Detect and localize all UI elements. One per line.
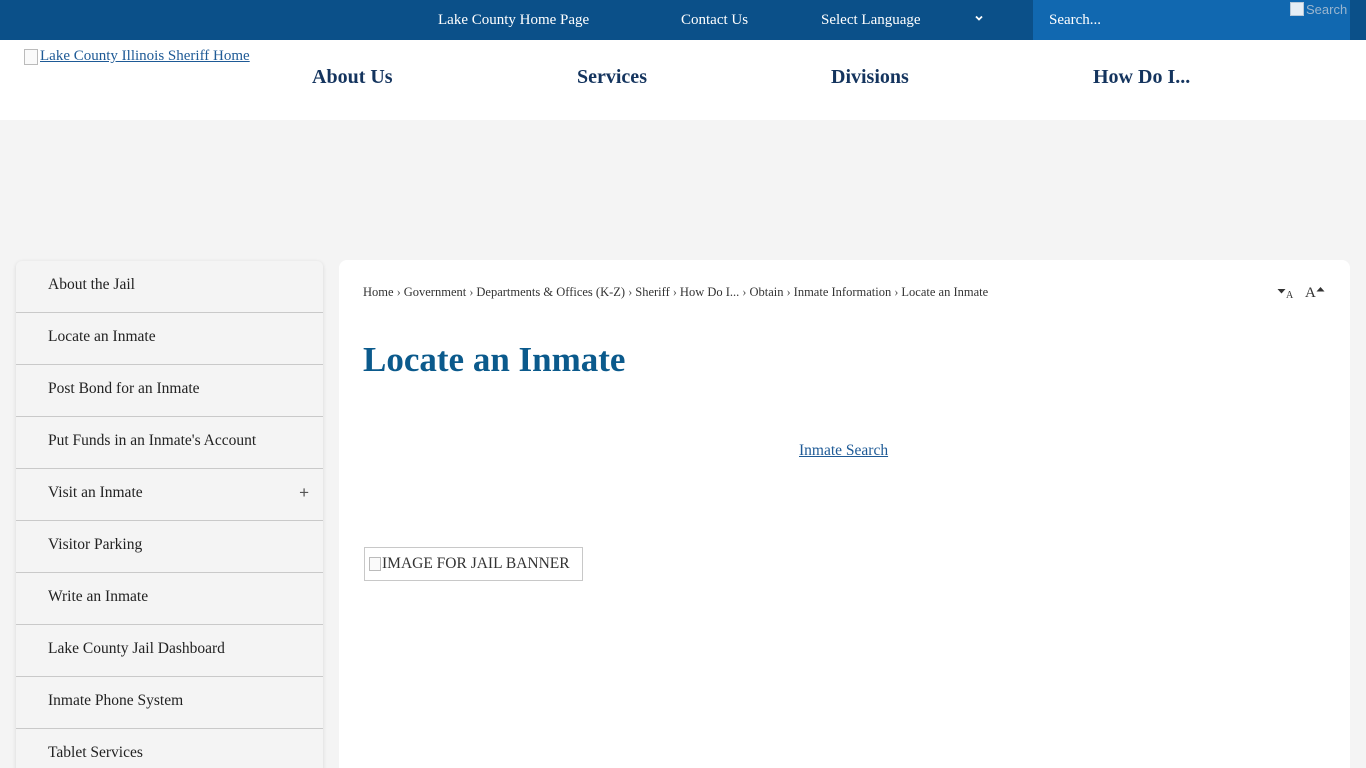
nav-about-us[interactable]: About Us [312, 40, 393, 114]
inmate-search-link[interactable]: Inmate Search [799, 442, 888, 460]
contact-us-link[interactable]: Contact Us [681, 0, 748, 40]
search-input[interactable] [1033, 0, 1283, 40]
search-box: Search [1033, 0, 1350, 40]
sidebar-item-label: Locate an Inmate [48, 328, 156, 345]
sidebar-item-locate-an-inmate[interactable]: Locate an Inmate [16, 313, 323, 365]
lake-county-home-link[interactable]: Lake County Home Page [438, 0, 589, 40]
sidebar-item-label: Lake County Jail Dashboard [48, 640, 225, 657]
broken-image-icon [24, 48, 38, 65]
sidebar-item-post-bond[interactable]: Post Bond for an Inmate [16, 365, 323, 417]
sidebar-item-write-an-inmate[interactable]: Write an Inmate [16, 573, 323, 625]
sidebar-nav: About the Jail Locate an Inmate Post Bon… [16, 261, 323, 768]
breadcrumb-separator: › [469, 285, 474, 299]
caret-down-icon [1277, 289, 1286, 294]
plus-icon[interactable]: + [299, 469, 309, 517]
breadcrumb-inmate-information[interactable]: Inmate Information [794, 285, 892, 299]
sidebar-item-label: Tablet Services [48, 744, 143, 761]
sheriff-home-logo[interactable]: Lake County Illinois Sheriff Home [24, 48, 250, 65]
sidebar-item-label: About the Jail [48, 276, 135, 293]
sidebar-item-inmate-phone-system[interactable]: Inmate Phone System [16, 677, 323, 729]
page-title: Locate an Inmate [363, 340, 626, 379]
breadcrumb-government[interactable]: Government [404, 285, 466, 299]
sidebar-item-label: Post Bond for an Inmate [48, 380, 200, 397]
sidebar-item-label: Inmate Phone System [48, 692, 184, 709]
sidebar-item-visitor-parking[interactable]: Visitor Parking [16, 521, 323, 573]
sidebar-item-label: Write an Inmate [48, 588, 149, 605]
sidebar-item-label: Visitor Parking [48, 536, 143, 553]
sidebar-item-jail-dashboard[interactable]: Lake County Jail Dashboard [16, 625, 323, 677]
jail-banner-alt: IMAGE FOR JAIL BANNER [382, 555, 570, 572]
breadcrumb-separator: › [396, 285, 401, 299]
breadcrumb-separator: › [786, 285, 791, 299]
breadcrumb-home[interactable]: Home [363, 285, 394, 299]
decrease-font-button[interactable]: A [1277, 287, 1293, 301]
breadcrumb-obtain[interactable]: Obtain [749, 285, 783, 299]
jail-banner-image: IMAGE FOR JAIL BANNER [364, 547, 583, 581]
language-select[interactable]: Select Language [821, 0, 991, 40]
sidebar-item-label: Visit an Inmate [48, 484, 143, 501]
nav-services[interactable]: Services [577, 40, 647, 114]
language-select-label: Select Language [821, 12, 921, 28]
font-resizer: A A [1277, 285, 1329, 303]
broken-image-icon [1290, 2, 1304, 16]
broken-image-icon [369, 557, 381, 571]
sidebar-item-about-the-jail[interactable]: About the Jail [16, 261, 323, 313]
logo-alt-text: Lake County Illinois Sheriff Home [40, 48, 250, 64]
breadcrumb-separator: › [672, 285, 677, 299]
breadcrumb-current: Locate an Inmate [901, 285, 989, 299]
top-bar: Lake County Home Page Contact Us Select … [0, 0, 1366, 40]
main-content: Home › Government › Departments & Offices (K… [339, 260, 1350, 768]
site-header: Lake County Illinois Sheriff Home About … [0, 40, 1366, 120]
breadcrumb-separator: › [628, 285, 633, 299]
sidebar-item-tablet-services[interactable]: Tablet Services [16, 729, 323, 768]
sidebar-item-visit-an-inmate[interactable]: Visit an Inmate + [16, 469, 323, 521]
sidebar-item-label: Put Funds in an Inmate's Account [48, 432, 257, 449]
nav-divisions[interactable]: Divisions [831, 40, 909, 114]
chevron-down-icon [975, 15, 983, 21]
breadcrumb-separator: › [894, 285, 899, 299]
caret-up-icon [1316, 287, 1325, 292]
breadcrumb: Home › Government › Departments & Offices (K… [363, 285, 988, 300]
breadcrumb-departments[interactable]: Departments & Offices (K-Z) [476, 285, 625, 299]
increase-font-button[interactable]: A [1305, 285, 1325, 302]
breadcrumb-sheriff[interactable]: Sheriff [635, 285, 670, 299]
search-button[interactable]: Search [1290, 2, 1348, 24]
sidebar-item-put-funds[interactable]: Put Funds in an Inmate's Account [16, 417, 323, 469]
breadcrumb-separator: › [742, 285, 747, 299]
nav-how-do-i[interactable]: How Do I... [1093, 40, 1190, 114]
breadcrumb-how-do-i[interactable]: How Do I... [680, 285, 739, 299]
decrease-font-letter: A [1286, 290, 1294, 301]
search-button-alt: Search [1306, 2, 1348, 17]
increase-font-letter: A [1305, 285, 1316, 301]
